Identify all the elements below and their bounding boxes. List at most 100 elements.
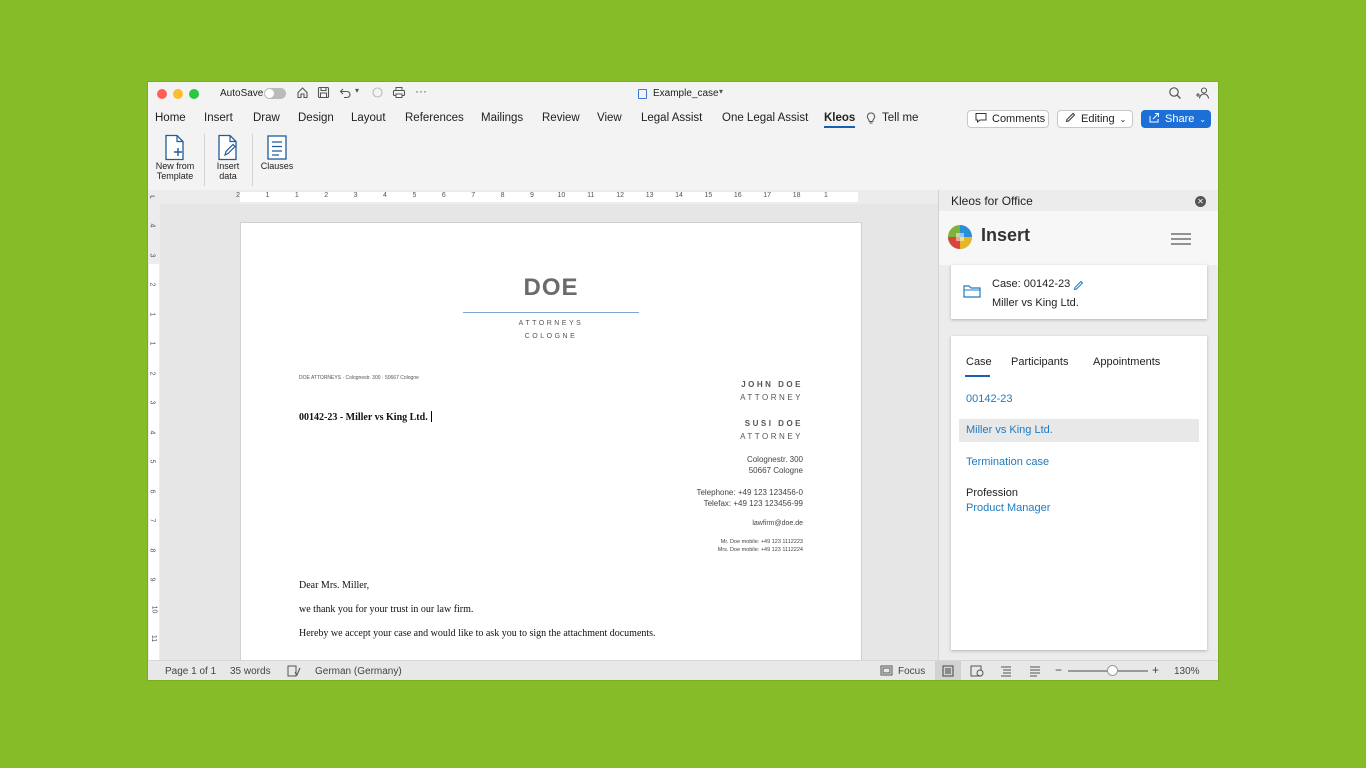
share-icon (1149, 112, 1160, 126)
tab-home[interactable]: Home (155, 112, 186, 124)
clauses-icon (256, 134, 298, 162)
minimize-window-button[interactable] (173, 89, 183, 99)
pane-tab-indicator (965, 375, 990, 377)
tab-legal-assist[interactable]: Legal Assist (641, 112, 702, 124)
pane-section-title: Insert (981, 225, 1031, 245)
new-from-template-label-2: Template (156, 170, 194, 181)
tab-kleos[interactable]: Kleos (824, 112, 856, 128)
tab-insert[interactable]: Insert (204, 112, 233, 124)
hamburger-menu-icon[interactable] (1171, 232, 1191, 250)
maximize-window-button[interactable] (189, 89, 199, 99)
pane-tab-appointments[interactable]: Appointments (1093, 356, 1160, 368)
address-street: Colognestr. 300 (746, 455, 803, 464)
ruler-number: 8 (500, 192, 505, 199)
undo-icon[interactable] (339, 86, 352, 104)
redo-icon[interactable] (371, 86, 384, 104)
pane-tab-case[interactable]: Case (966, 356, 992, 368)
comments-label: Comments (992, 113, 1046, 125)
attorney1-name: JOHN DOE (741, 380, 803, 389)
language[interactable]: German (Germany) (315, 666, 402, 677)
zoom-slider[interactable] (1068, 665, 1148, 676)
vruler-number: 1 (148, 341, 156, 346)
editing-mode-button[interactable]: Editing ⌄ (1057, 110, 1133, 128)
subject-line[interactable]: 00142-23 - Miller vs King Ltd. (299, 411, 432, 423)
word-doc-icon (638, 89, 647, 99)
web-layout-icon[interactable] (970, 665, 984, 680)
home-icon[interactable] (296, 86, 309, 104)
ruler-number: 7 (471, 192, 476, 199)
close-window-button[interactable] (157, 89, 167, 99)
print-icon[interactable] (392, 86, 406, 104)
word-count[interactable]: 35 words (230, 666, 271, 677)
pane-close-icon[interactable]: ✕ (1195, 196, 1206, 207)
edit-case-icon[interactable] (1073, 278, 1084, 296)
print-layout-button[interactable] (935, 661, 961, 680)
tab-layout[interactable]: Layout (351, 112, 386, 124)
vruler-number: 4 (148, 430, 156, 434)
tab-design[interactable]: Design (298, 112, 334, 124)
tab-review[interactable]: Review (542, 112, 580, 124)
kleos-logo-icon (947, 224, 973, 255)
ruler-number: 17 (763, 192, 772, 199)
insert-data-button[interactable]: Insert data (208, 134, 248, 181)
document-title[interactable]: Example_case (653, 88, 719, 99)
document-canvas[interactable]: DOE ATTORNEYS COLOGNE DOE ATTORNEYS · Co… (160, 204, 938, 660)
profession-value[interactable]: Product Manager (966, 502, 1050, 514)
case-number-label: Case: 00142-23 (992, 278, 1071, 290)
folder-icon (963, 284, 981, 303)
title-chevron-down-icon[interactable]: ▾ (719, 87, 723, 96)
search-icon[interactable] (1168, 86, 1182, 105)
new-from-template-button[interactable]: New from Template (152, 134, 198, 181)
vruler-number: 9 (148, 577, 156, 582)
firm-logo-sub2: COLOGNE (524, 333, 578, 340)
ruler-number: 12 (616, 192, 625, 199)
comments-button[interactable]: Comments (967, 110, 1049, 128)
pane-tab-participants[interactable]: Participants (1011, 356, 1068, 368)
ruler-number: 4 (383, 192, 387, 199)
tab-one-legal-assist[interactable]: One Legal Assist (722, 112, 808, 124)
more-options-icon[interactable]: ··· (415, 84, 427, 98)
vruler-number: 8 (148, 548, 156, 552)
undo-dropdown-icon[interactable]: ▾ (355, 86, 359, 95)
draft-icon[interactable] (1029, 665, 1041, 680)
zoom-slider-thumb[interactable] (1106, 665, 1118, 676)
share-button[interactable]: Share ⌄ (1141, 110, 1211, 128)
case-card[interactable]: Case: 00142-23 Miller vs King Ltd. (951, 265, 1207, 319)
zoom-level[interactable]: 130% (1174, 666, 1200, 677)
tab-view[interactable]: View (597, 112, 622, 124)
kleos-task-pane: Kleos for Office ✕ Insert Case: 00142-23… (938, 190, 1218, 660)
share-people-icon[interactable] (1195, 86, 1210, 105)
case-item-selected-bg[interactable]: Miller vs King Ltd. (959, 419, 1199, 442)
ruler-number: 15 (704, 192, 713, 199)
zoom-out-icon[interactable]: − (1055, 663, 1062, 677)
page-count[interactable]: Page 1 of 1 (165, 666, 216, 677)
attorney2-name: SUSI DOE (744, 419, 803, 428)
zoom-in-icon[interactable]: + (1152, 663, 1159, 677)
vruler-number: 5 (148, 459, 156, 464)
focus-label[interactable]: Focus (898, 666, 925, 677)
vruler-number: 11 (150, 634, 158, 643)
email: lawfirm@doe.de (752, 520, 803, 527)
clauses-button[interactable]: Clauses (256, 134, 298, 172)
tell-me-search[interactable]: Tell me (882, 112, 918, 124)
comment-icon (975, 112, 987, 126)
autosave-toggle[interactable] (264, 88, 286, 99)
paragraph-2: Hereby we accept your case and would lik… (299, 628, 656, 639)
focus-icon[interactable] (880, 665, 893, 679)
telefax: Telefax: +49 123 123456-99 (703, 499, 803, 508)
case-item-type[interactable]: Termination case (966, 456, 1049, 468)
share-chevron-icon: ⌄ (1199, 114, 1207, 124)
save-icon[interactable] (317, 86, 330, 104)
clauses-label: Clauses (260, 161, 294, 171)
case-item-name[interactable]: Miller vs King Ltd. (966, 424, 1053, 436)
case-item-number[interactable]: 00142-23 (966, 393, 1013, 405)
share-label: Share (1165, 113, 1195, 125)
vruler-number: 1 (148, 312, 156, 316)
proofing-icon[interactable] (287, 665, 301, 680)
horizontal-ruler[interactable]: ⌐ 2 1 1 2 3 4 5 6 7 8 9 10 11 12 13 14 15 16 17 18 1 (148, 190, 938, 205)
tab-draw[interactable]: Draw (253, 112, 280, 124)
tab-references[interactable]: References (405, 112, 464, 124)
document-page[interactable]: DOE ATTORNEYS COLOGNE DOE ATTORNEYS · Co… (240, 222, 862, 660)
outline-icon[interactable] (1000, 665, 1012, 680)
tab-mailings[interactable]: Mailings (481, 112, 523, 124)
